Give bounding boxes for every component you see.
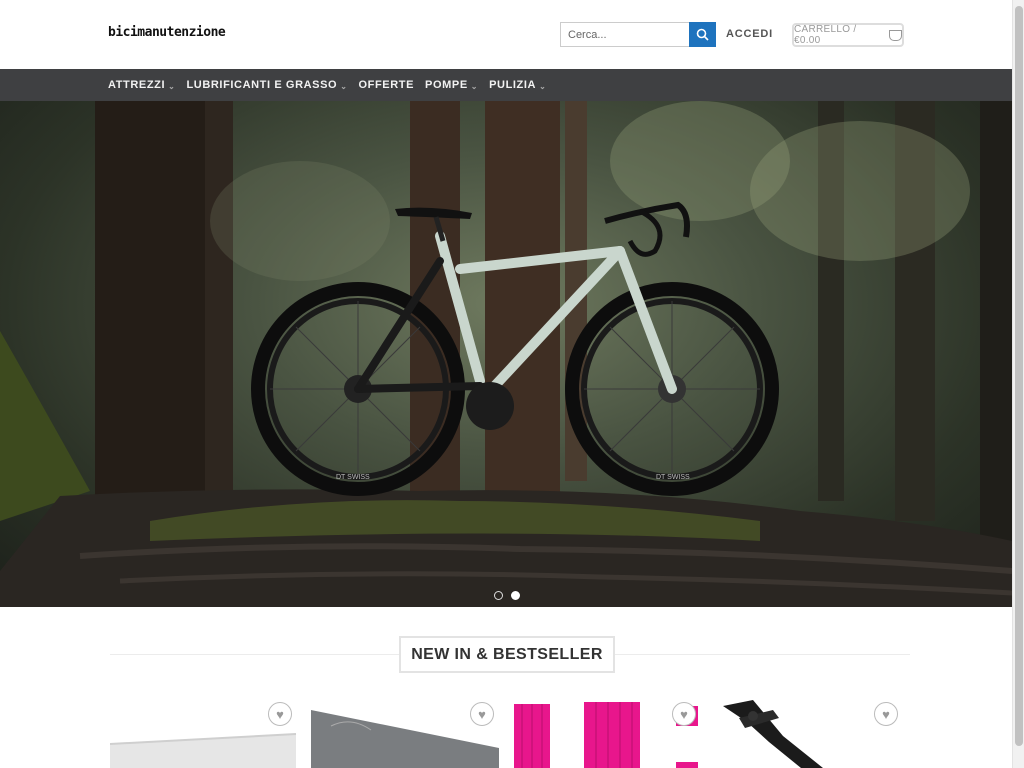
site-header: bicimanutenzione ACCEDI CARRELLO / €0.00 — [0, 0, 1012, 69]
product-image — [514, 702, 698, 768]
search-form — [560, 22, 716, 47]
chevron-down-icon: ⌄ — [340, 81, 348, 91]
slider-dot-active[interactable] — [511, 591, 520, 600]
search-icon — [696, 28, 709, 41]
search-button[interactable] — [689, 22, 716, 47]
nav-item-attrezzi[interactable]: ATTREZZI ⌄ — [108, 79, 175, 91]
nav-item-label: LUBRIFICANTI E GRASSO — [186, 79, 338, 91]
cart-icon — [889, 29, 902, 41]
chevron-down-icon: ⌄ — [470, 81, 479, 91]
cart-label: CARRELLO / €0.00 — [794, 24, 857, 46]
nav-item-label: OFFERTE — [358, 79, 415, 91]
main-nav: ATTREZZI ⌄ LUBRIFICANTI E GRASSO ⌄ OFFER… — [0, 69, 1012, 101]
wishlist-button[interactable]: ♥ — [874, 702, 898, 726]
nav-item-pulizia[interactable]: PULIZIA ⌄ — [489, 79, 546, 91]
wishlist-button[interactable]: ♥ — [268, 702, 292, 726]
section-title: NEW IN & BESTSELLER — [399, 636, 615, 673]
search-input[interactable] — [560, 22, 689, 47]
wishlist-button[interactable]: ♥ — [470, 702, 494, 726]
site-logo[interactable]: bicimanutenzione — [108, 25, 226, 40]
product-card[interactable] — [512, 696, 700, 768]
product-image — [723, 700, 823, 768]
nav-item-offerte[interactable]: OFFERTE — [359, 79, 415, 91]
heart-icon: ♥ — [680, 706, 688, 722]
wheel-brand-label: DT SWISS — [656, 474, 690, 481]
nav-item-label: PULIZIA — [489, 79, 537, 91]
cart-button[interactable]: CARRELLO / €0.00 — [792, 23, 904, 47]
product-card[interactable] — [713, 696, 901, 768]
chevron-down-icon: ⌄ — [539, 81, 547, 91]
nav-item-label: POMPE — [425, 79, 468, 91]
chevron-down-icon: ⌄ — [168, 81, 176, 91]
nav-item-label: ATTREZZI — [108, 79, 166, 91]
nav-item-pompe[interactable]: POMPE ⌄ — [425, 79, 478, 91]
wheel-brand-label: DT SWISS — [336, 474, 370, 481]
scrollbar-thumb[interactable] — [1015, 6, 1023, 746]
heart-icon: ♥ — [882, 706, 890, 722]
heart-icon: ♥ — [478, 706, 486, 722]
wishlist-button[interactable]: ♥ — [672, 702, 696, 726]
nav-item-lubrificanti[interactable]: LUBRIFICANTI E GRASSO ⌄ — [186, 79, 347, 91]
hero-image: DT SWISS DT SWISS — [0, 101, 1012, 607]
login-link[interactable]: ACCEDI — [726, 28, 773, 40]
hero-slider[interactable]: DT SWISS DT SWISS — [0, 101, 1012, 607]
heart-icon: ♥ — [276, 706, 284, 722]
slider-dots — [494, 591, 520, 600]
page-scrollbar[interactable] — [1012, 0, 1024, 768]
slider-dot[interactable] — [494, 591, 503, 600]
